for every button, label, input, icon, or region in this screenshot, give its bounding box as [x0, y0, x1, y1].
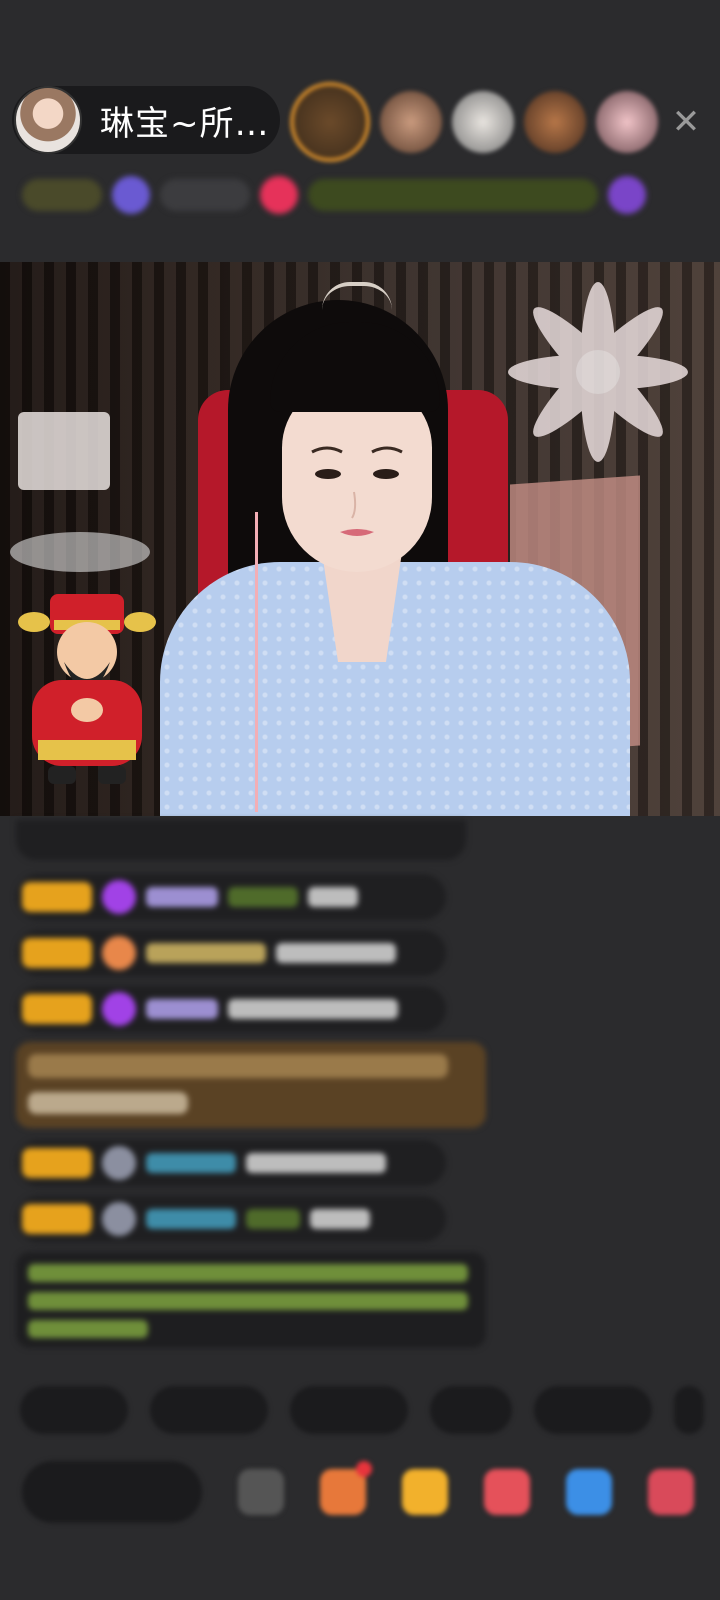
level-badge: [22, 938, 92, 968]
follow-icon[interactable]: [260, 176, 298, 214]
user-name[interactable]: [146, 1153, 236, 1173]
quick-reply-chip[interactable]: [674, 1386, 704, 1434]
game-icon[interactable]: [566, 1469, 612, 1515]
level-badge: [22, 994, 92, 1024]
level-badge: [22, 1204, 92, 1234]
user-name[interactable]: [146, 1209, 236, 1229]
system-notice-card: [16, 1252, 486, 1348]
list-item: [16, 820, 486, 860]
quick-reply-chip[interactable]: [150, 1386, 268, 1434]
list-item[interactable]: [16, 986, 486, 1032]
badge-icon: [112, 176, 150, 214]
message-text: [276, 943, 396, 963]
list-item[interactable]: [16, 1196, 486, 1242]
fortune-god-sticker[interactable]: [14, 590, 160, 790]
live-video[interactable]: [0, 262, 720, 816]
host-name: 琳宝~所…: [100, 103, 270, 144]
host-info-pill[interactable]: 琳宝~所…: [12, 86, 280, 154]
user-icon: [102, 1202, 136, 1236]
user-name[interactable]: [146, 999, 218, 1019]
bottom-toolbar[interactable]: [22, 1456, 720, 1528]
activity-chip[interactable]: [308, 179, 598, 211]
lamp: [18, 412, 110, 490]
list-item[interactable]: [16, 874, 486, 920]
diamond-icon: [102, 880, 136, 914]
pk-icon[interactable]: [484, 1469, 530, 1515]
chat-input[interactable]: [22, 1461, 202, 1523]
gift-icon[interactable]: [608, 176, 646, 214]
viewer-avatar[interactable]: [452, 91, 514, 153]
viewer-avatar[interactable]: [524, 91, 586, 153]
message-text: [246, 1153, 386, 1173]
message-text: [308, 887, 358, 907]
gift-icon[interactable]: [648, 1469, 694, 1515]
treasure-icon[interactable]: [402, 1469, 448, 1515]
quick-reply-bar[interactable]: [20, 1386, 704, 1434]
level-badge: [22, 1148, 92, 1178]
user-name[interactable]: [228, 887, 298, 907]
emoji-icon[interactable]: [238, 1469, 284, 1515]
diamond-icon: [102, 992, 136, 1026]
user-name[interactable]: [146, 943, 266, 963]
fans-chip[interactable]: [160, 179, 250, 211]
user-name[interactable]: [246, 1209, 300, 1229]
rank-chip[interactable]: [22, 179, 102, 211]
quick-reply-chip[interactable]: [290, 1386, 408, 1434]
fan-badge-icon: [102, 936, 136, 970]
chat-list[interactable]: [16, 820, 486, 1348]
viewer-avatar[interactable]: [290, 82, 370, 162]
user-icon: [102, 1146, 136, 1180]
user-name[interactable]: [146, 887, 218, 907]
lamp-base: [10, 532, 150, 572]
viewer-avatar[interactable]: [380, 91, 442, 153]
host-avatar[interactable]: [14, 86, 82, 154]
list-item[interactable]: [16, 1140, 486, 1186]
quick-reply-chip[interactable]: [534, 1386, 652, 1434]
room-info-bar[interactable]: [22, 170, 702, 220]
earphone-cable: [255, 512, 258, 812]
close-icon[interactable]: ✕: [668, 104, 704, 140]
quick-reply-chip[interactable]: [20, 1386, 128, 1434]
gift-box-icon[interactable]: [320, 1461, 372, 1515]
gift-message-card[interactable]: [16, 1042, 486, 1128]
notification-dot: [356, 1461, 372, 1477]
message-text: [228, 999, 398, 1019]
message-text: [310, 1209, 370, 1229]
viewer-avatar-list[interactable]: [290, 82, 658, 162]
paper-flower-decor: [508, 282, 688, 462]
viewer-avatar[interactable]: [596, 91, 658, 153]
level-badge: [22, 882, 92, 912]
list-item[interactable]: [16, 930, 486, 976]
quick-reply-chip[interactable]: [430, 1386, 512, 1434]
